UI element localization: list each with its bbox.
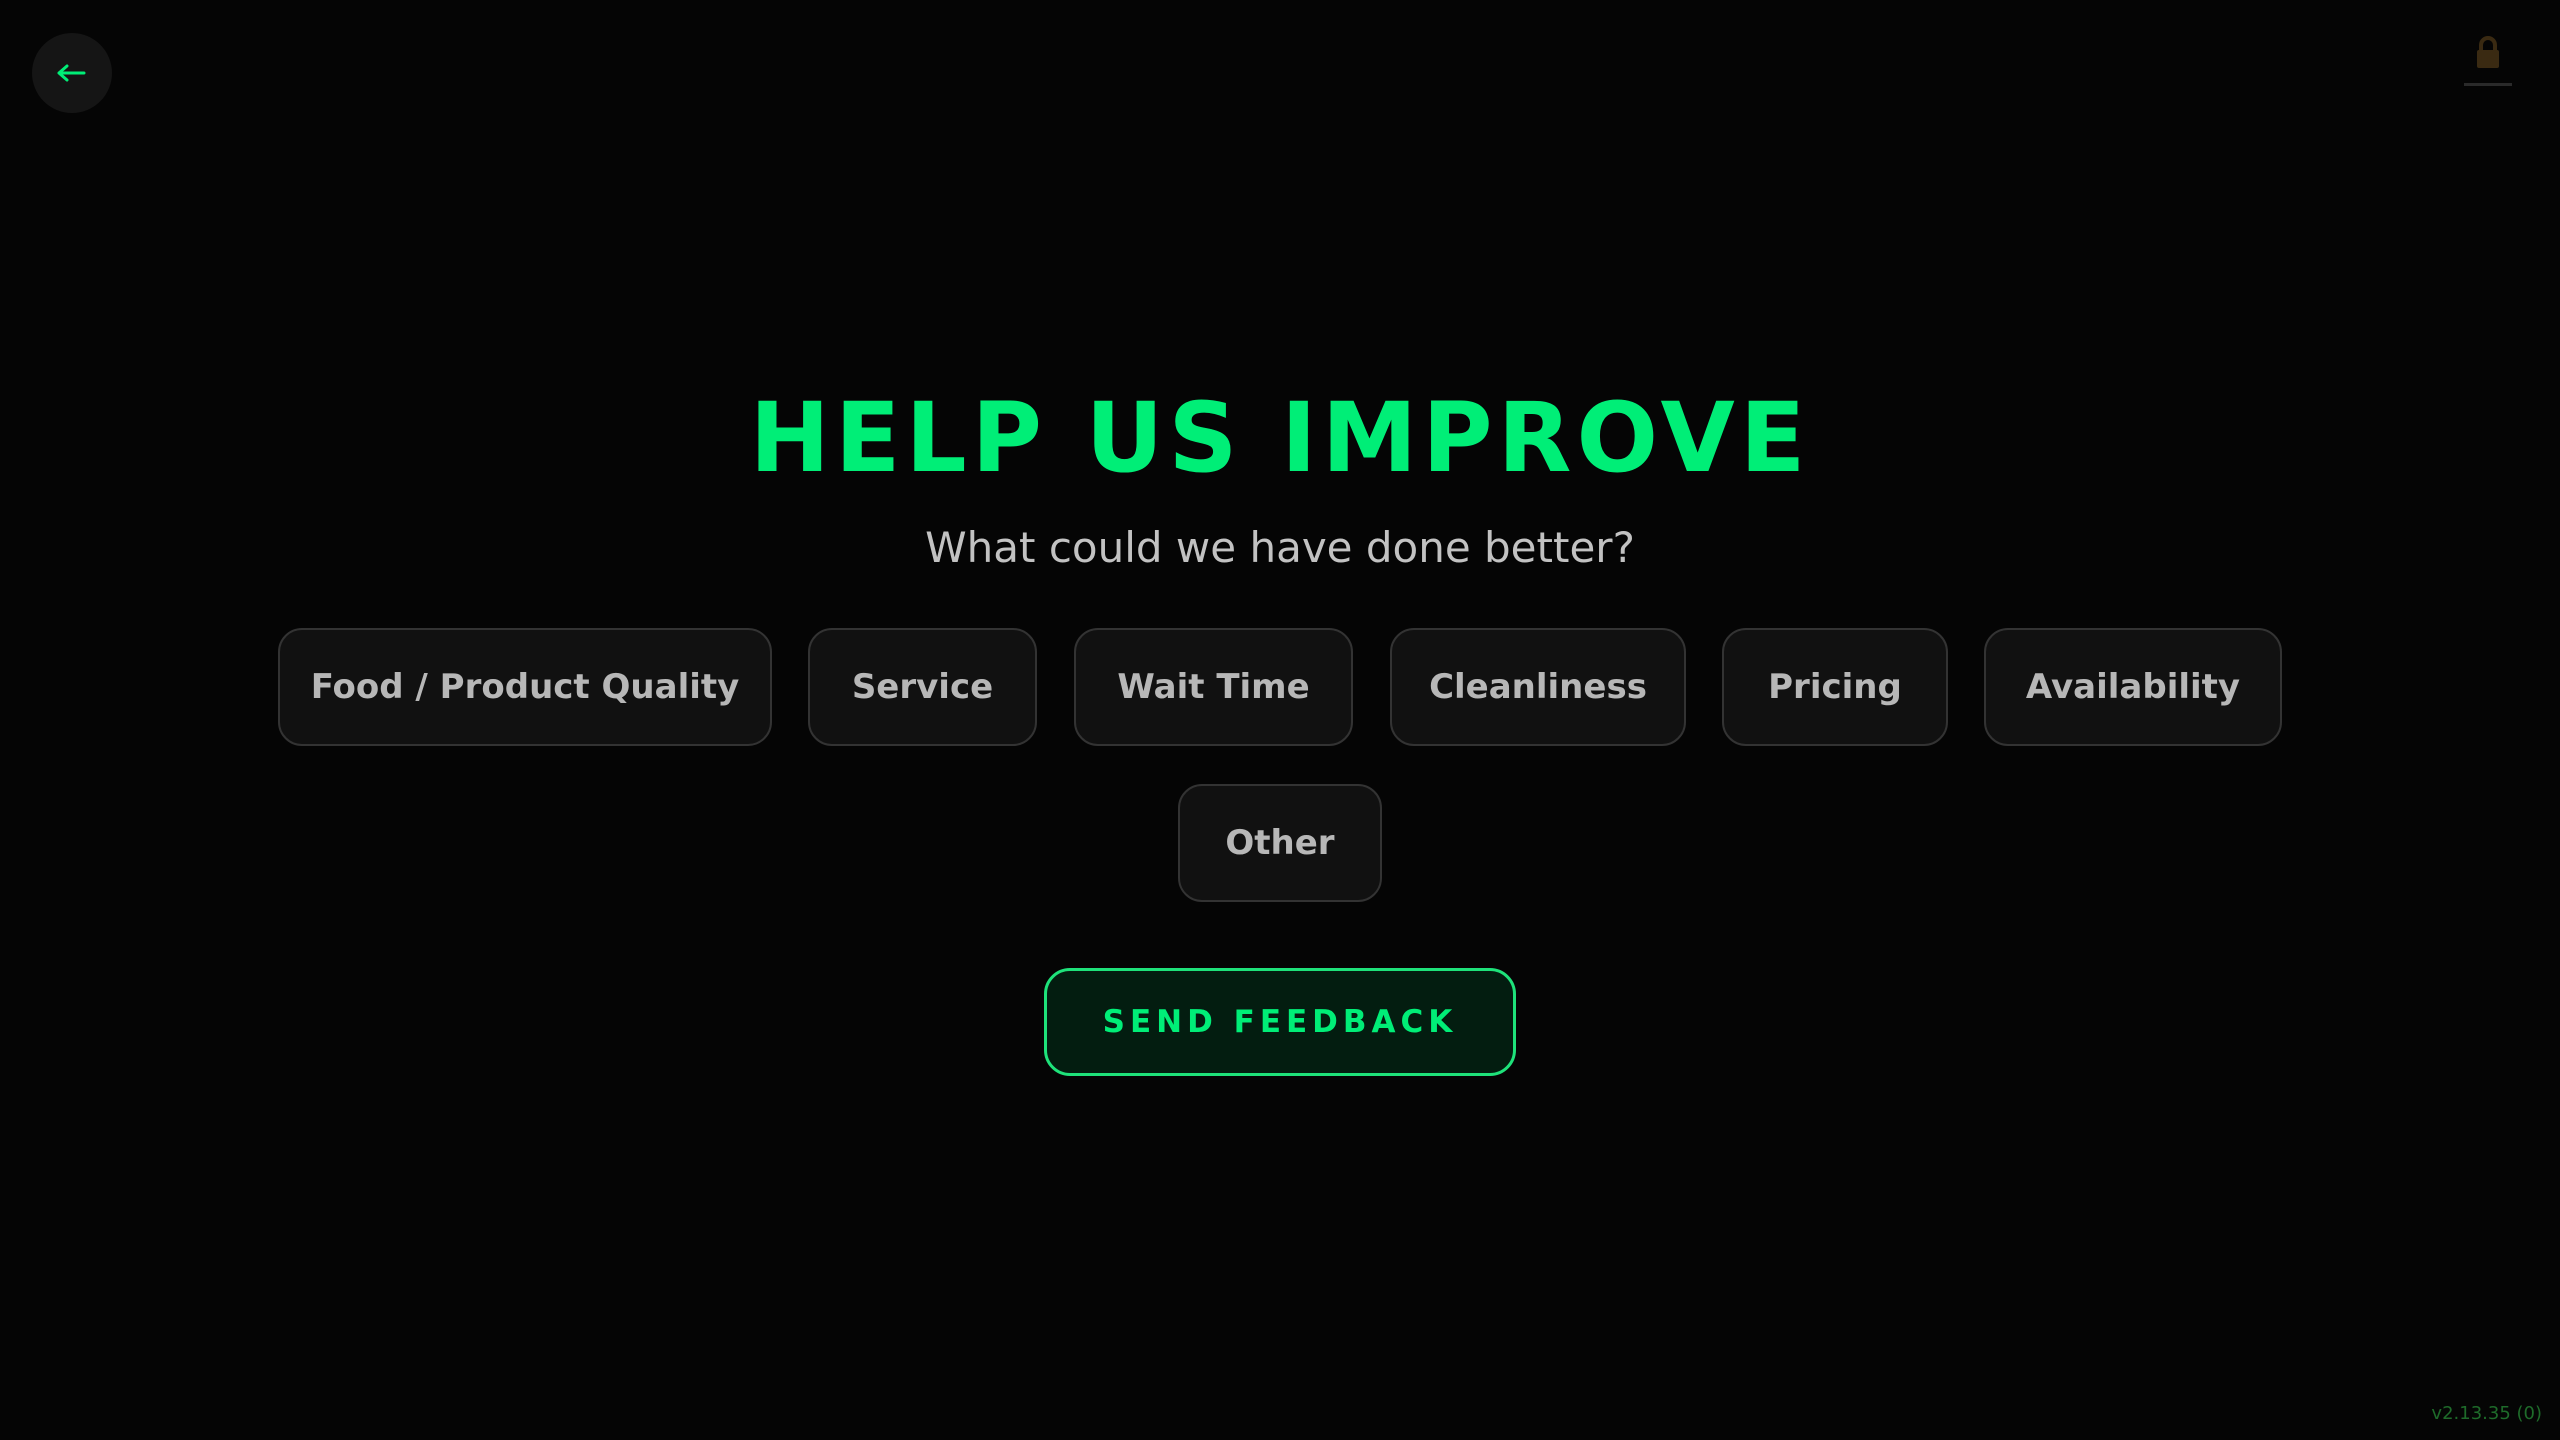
option-other[interactable]: Other: [1178, 784, 1382, 902]
option-service[interactable]: Service: [808, 628, 1037, 746]
option-cleanliness[interactable]: Cleanliness: [1390, 628, 1686, 746]
option-pricing[interactable]: Pricing: [1722, 628, 1948, 746]
lock-icon: [2473, 36, 2503, 74]
send-feedback-button[interactable]: SEND FEEDBACK: [1044, 968, 1516, 1076]
back-button[interactable]: [32, 33, 112, 113]
page-subtitle: What could we have done better?: [925, 523, 1635, 572]
arrow-left-icon: [57, 63, 87, 83]
option-wait-time[interactable]: Wait Time: [1074, 628, 1353, 746]
page-title: HELP US IMPROVE: [749, 382, 1811, 494]
version-label: v2.13.35 (0): [2431, 1403, 2542, 1424]
option-availability[interactable]: Availability: [1984, 628, 2282, 746]
lock-button[interactable]: [2462, 36, 2514, 88]
feedback-screen: HELP US IMPROVE What could we have done …: [0, 0, 2560, 1440]
lock-underline: [2464, 83, 2512, 86]
option-food-product-quality[interactable]: Food / Product Quality: [278, 628, 772, 746]
